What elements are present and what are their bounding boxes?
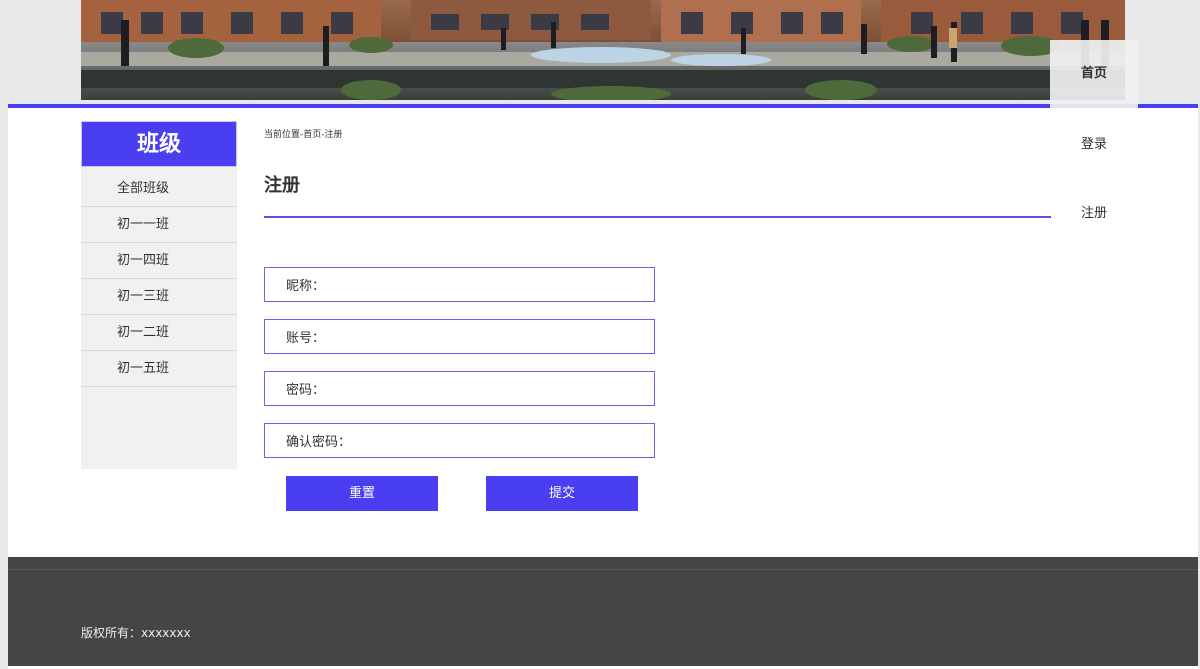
nav-register-link[interactable]: 注册 [1050, 199, 1138, 229]
sidebar-item-class-1-4[interactable]: 初一四班 [81, 243, 237, 279]
sidebar-item-class-1-1[interactable]: 初一一班 [81, 207, 237, 243]
sidebar-item-class-1-2[interactable]: 初一二班 [81, 315, 237, 351]
nickname-field[interactable]: 昵称： [264, 267, 655, 302]
confirm-password-field[interactable]: 确认密码： [264, 423, 655, 458]
confirm-password-input[interactable] [351, 424, 654, 457]
sidebar-item-all-classes[interactable]: 全部班级 [81, 171, 237, 207]
password-field[interactable]: 密码： [264, 371, 655, 406]
nickname-input[interactable] [325, 268, 654, 301]
breadcrumb: 当前位置-首页-注册 [264, 130, 343, 140]
submit-button[interactable]: 提交 [486, 476, 638, 511]
nav-login-link[interactable]: 登录 [1050, 130, 1138, 160]
class-sidebar: 班级 全部班级 初一一班 初一四班 初一三班 初一二班 初一五班 [81, 121, 237, 469]
account-input[interactable] [325, 320, 654, 353]
reset-button[interactable]: 重置 [286, 476, 438, 511]
footer: 版权所有：xxxxxxx [8, 557, 1198, 666]
password-input[interactable] [325, 372, 654, 405]
footer-divider [8, 569, 1198, 570]
sidebar-title: 班级 [81, 121, 237, 167]
header-accent-line [8, 104, 1198, 108]
campus-banner-image [81, 0, 1125, 100]
password-label: 密码： [286, 383, 326, 398]
title-divider [264, 216, 1051, 218]
page-left-margin [0, 0, 8, 669]
account-field[interactable]: 账号： [264, 319, 655, 354]
account-label: 账号： [286, 331, 326, 346]
page-title: 注册 [264, 175, 300, 196]
confirm-password-label: 确认密码： [286, 435, 352, 450]
nav-home-link[interactable]: 首页 [1050, 40, 1138, 108]
copyright-text: 版权所有：xxxxxxx [81, 626, 191, 640]
sidebar-item-class-1-3[interactable]: 初一三班 [81, 279, 237, 315]
sidebar-item-class-1-5[interactable]: 初一五班 [81, 351, 237, 387]
nickname-label: 昵称： [286, 279, 326, 294]
sidebar-list: 全部班级 初一一班 初一四班 初一三班 初一二班 初一五班 [81, 171, 237, 387]
top-nav: 首页 [1050, 40, 1138, 108]
